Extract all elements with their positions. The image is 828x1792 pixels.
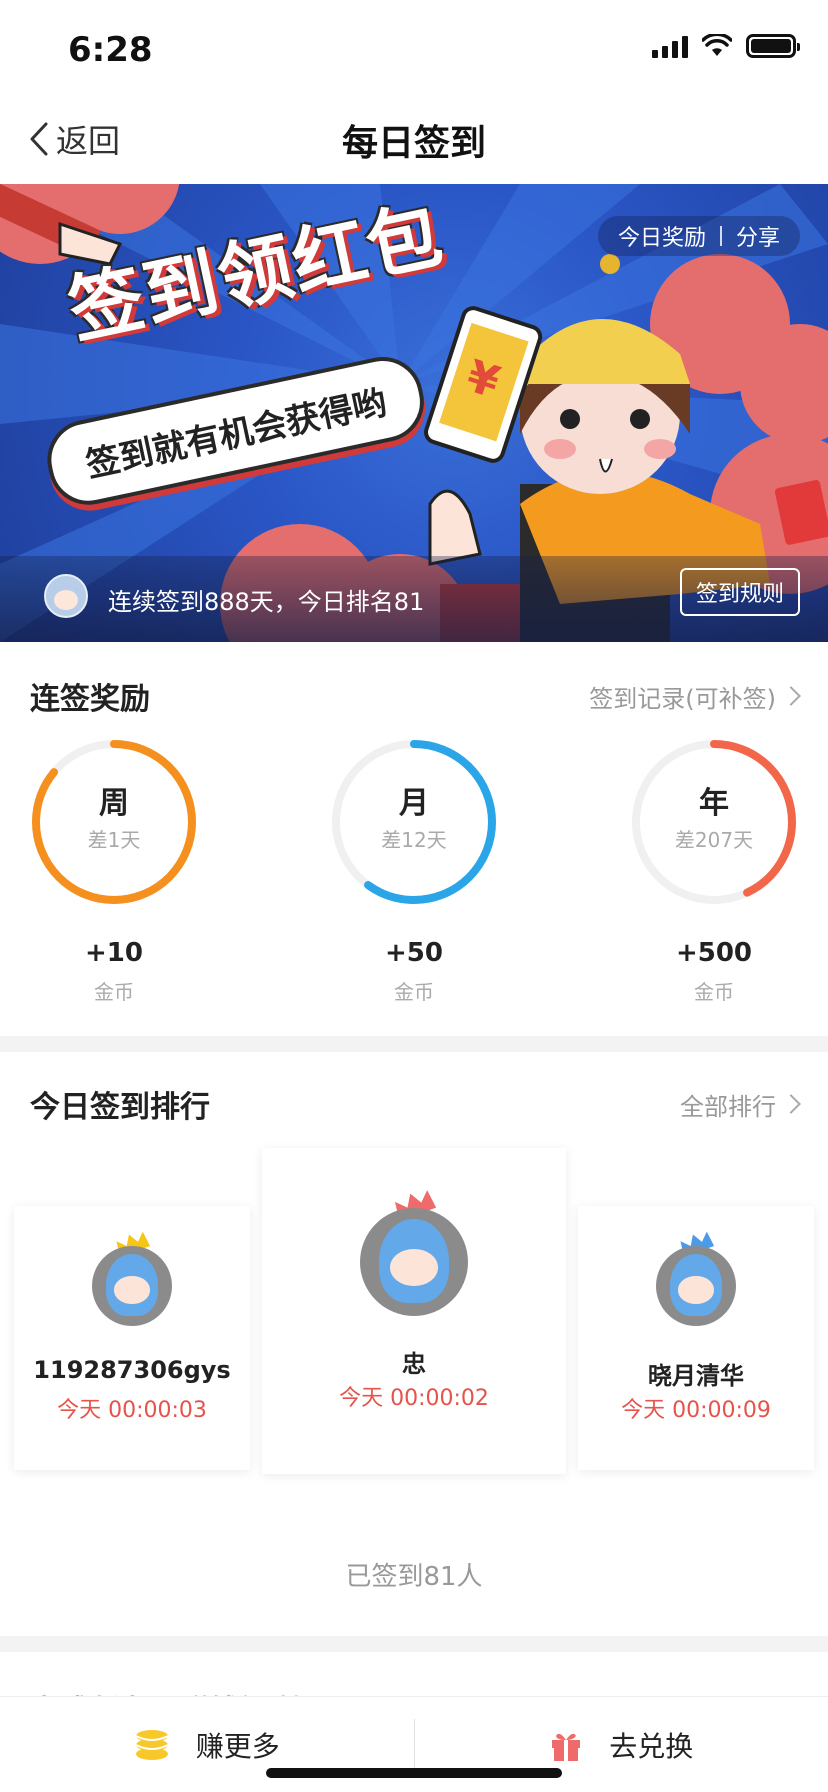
year-remaining: 差207天 [674, 828, 754, 852]
streak-rewards-title: 连签奖励 [30, 682, 150, 717]
section-divider [0, 1036, 828, 1052]
exchange-label: 去兑换 [609, 1729, 694, 1763]
today-ranking-section: 今日签到排行 全部排行 119287306gys 今天 00:00:03 忠 今… [0, 1052, 828, 1636]
banner-status-bar: 连续签到888天，今日排名81 签到规则 [0, 556, 828, 642]
player-name: 119287306gys [33, 1356, 231, 1384]
rank-card-first[interactable]: 忠 今天 00:00:02 [262, 1148, 566, 1474]
month-reward: +50 金币 [328, 938, 500, 1005]
streak-status-text: 连续签到888天，今日排名81 [108, 588, 425, 616]
player-name: 忠 [402, 1350, 426, 1378]
coin-stack-icon [135, 1729, 169, 1760]
status-bar: 6:28 [0, 0, 828, 96]
share-link[interactable]: 分享 [736, 220, 780, 252]
user-avatar[interactable] [44, 574, 88, 618]
wifi-icon [702, 34, 732, 56]
gift-icon [552, 1733, 581, 1761]
today-reward-link[interactable]: 今日奖励 [618, 220, 706, 252]
link-divider [719, 226, 722, 246]
chevron-right-icon [781, 1094, 801, 1114]
bottom-action-bar: 赚更多 去兑换 [0, 1696, 828, 1792]
week-label: 周 [99, 786, 129, 821]
month-label: 月 [399, 786, 429, 821]
battery-icon [746, 34, 800, 58]
week-reward: +10 金币 [28, 938, 200, 1005]
month-reward-unit: 金币 [394, 980, 434, 1004]
home-indicator [266, 1768, 562, 1778]
cellular-signal-icon [652, 34, 688, 58]
status-time: 6:28 [68, 30, 153, 70]
year-progress-ring: 年 差207天 [628, 736, 800, 908]
player-sign-time: 今天 00:00:03 [57, 1398, 207, 1423]
sign-in-rules-button[interactable]: 签到规则 [680, 568, 800, 616]
rank-avatar-third [656, 1231, 736, 1326]
page-title: 每日签到 [341, 123, 486, 164]
status-icons [652, 34, 800, 58]
all-ranking-link[interactable]: 全部排行 [680, 1087, 801, 1122]
year-reward: +500 金币 [628, 938, 800, 1005]
streak-rewards-section: 连签奖励 签到记录(可补签) 周 差1天 月 差12天 年 差207天 +10 … [0, 642, 828, 1036]
week-remaining: 差1天 [87, 828, 141, 852]
month-remaining: 差12天 [381, 828, 447, 852]
section-divider [0, 1636, 828, 1652]
player-name: 晓月清华 [648, 1362, 744, 1390]
rank-avatar-first [360, 1190, 468, 1316]
month-progress-ring: 月 差12天 [328, 736, 500, 908]
ranking-title: 今日签到排行 [30, 1090, 210, 1125]
year-label: 年 [699, 786, 729, 821]
rank-card-second[interactable]: 119287306gys 今天 00:00:03 [14, 1206, 250, 1470]
year-reward-unit: 金币 [694, 980, 734, 1004]
year-reward-points: +500 [675, 938, 753, 968]
chevron-right-icon [781, 686, 801, 706]
week-reward-points: +10 [85, 938, 143, 968]
earn-more-label: 赚更多 [195, 1729, 280, 1763]
player-sign-time: 今天 00:00:02 [339, 1386, 489, 1411]
week-progress-ring: 周 差1天 [28, 736, 200, 908]
signed-count: 已签到81人 [345, 1562, 483, 1592]
banner-top-links: 今日奖励 分享 [597, 216, 800, 256]
sign-in-record-link[interactable]: 签到记录(可补签) [589, 679, 801, 714]
promo-banner[interactable]: ¥ 今日奖励 分享 签到领红包 签到就有机会获得哟 连续签到888天，今日排名8… [0, 184, 828, 642]
rank-avatar-second [92, 1231, 172, 1326]
nav-bar: 返回 每日签到 [0, 96, 828, 184]
week-reward-unit: 金币 [94, 980, 134, 1004]
month-reward-points: +50 [385, 938, 443, 968]
rank-card-third[interactable]: 晓月清华 今天 00:00:09 [578, 1206, 814, 1470]
player-sign-time: 今天 00:00:09 [621, 1398, 771, 1423]
sign-in-record-label: 签到记录(可补签) [589, 684, 776, 713]
all-ranking-label: 全部排行 [680, 1092, 776, 1121]
